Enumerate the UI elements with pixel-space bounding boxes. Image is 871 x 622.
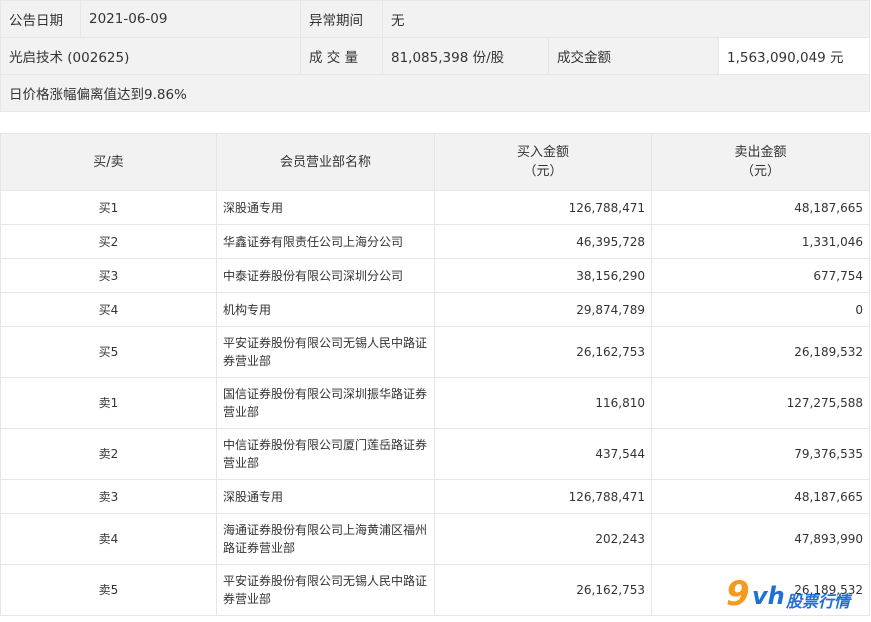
table-row: 买1 深股通专用 126,788,471 48,187,665 [0, 190, 870, 225]
table-row: 买2 华鑫证券有限责任公司上海分公司 46,395,728 1,331,046 [0, 224, 870, 259]
cell-side: 买4 [0, 292, 217, 327]
cell-sell-amount: 26,189,532 [651, 326, 870, 378]
cell-sell-amount: 127,275,588 [651, 377, 870, 429]
header-buy-amount-text: 买入金额 （元） [516, 145, 569, 179]
cell-sell-amount: 47,893,990 [651, 513, 870, 565]
table-row: 买3 中泰证券股份有限公司深圳分公司 38,156,290 677,754 [0, 258, 870, 293]
cell-buy-amount: 26,162,753 [434, 326, 652, 378]
cell-sell-amount: 26,189,532 [651, 564, 870, 616]
table-row: 卖1 国信证券股份有限公司深圳振华路证券营业部 116,810 127,275,588 [0, 377, 870, 429]
volume-value: 81,085,398 份/股 [382, 37, 549, 75]
table-row: 卖3 深股通专用 126,788,471 48,187,665 [0, 479, 870, 514]
cell-buy-amount: 26,162,753 [434, 564, 652, 616]
volume-label: 成 交 量 [300, 37, 383, 75]
cell-side: 买1 [0, 190, 217, 225]
cell-buy-amount: 116,810 [434, 377, 652, 429]
table-row: 买4 机构专用 29,874,789 0 [0, 292, 870, 327]
cell-side: 买3 [0, 258, 217, 293]
cell-dept: 中泰证券股份有限公司深圳分公司 [216, 258, 435, 293]
header-dept: 会员营业部名称 [216, 133, 435, 191]
cell-side: 卖1 [0, 377, 217, 429]
cell-dept: 华鑫证券有限责任公司上海分公司 [216, 224, 435, 259]
cell-buy-amount: 126,788,471 [434, 479, 652, 514]
cell-dept: 国信证券股份有限公司深圳振华路证券营业部 [216, 377, 435, 429]
table-row: 买5 平安证券股份有限公司无锡人民中路证券营业部 26,162,753 26,189,… [0, 326, 870, 378]
info-row-date: 公告日期 2021-06-09 异常期间 无 [0, 0, 871, 38]
cell-buy-amount: 202,243 [434, 513, 652, 565]
cell-sell-amount: 48,187,665 [651, 479, 870, 514]
abnormal-period-value: 无 [381, 0, 871, 38]
amount-value: 1,563,090,049 元 [717, 37, 871, 75]
cell-buy-amount: 126,788,471 [434, 190, 652, 225]
table-row: 卖4 海通证券股份有限公司上海黄浦区福州路证券营业部 202,243 47,893,9… [0, 513, 870, 565]
table-header-row: 买/卖 会员营业部名称 买入金额 （元） 卖出金额 （元） [0, 133, 870, 191]
info-row-trading: 光启技术 (002625) 成 交 量 81,085,398 份/股 成交金额 … [0, 37, 871, 75]
announce-date-value: 2021-06-09 [80, 0, 301, 38]
cell-side: 卖3 [0, 479, 217, 514]
cell-sell-amount: 79,376,535 [651, 428, 870, 480]
header-buy-amount: 买入金额 （元） [434, 133, 652, 191]
cell-buy-amount: 29,874,789 [434, 292, 652, 327]
cell-dept: 深股通专用 [216, 479, 435, 514]
announcement-info-table: 公告日期 2021-06-09 异常期间 无 光启技术 (002625) 成 交… [0, 0, 871, 112]
cell-buy-amount: 46,395,728 [434, 224, 652, 259]
cell-side: 卖4 [0, 513, 217, 565]
announce-date-label: 公告日期 [0, 0, 81, 38]
cell-dept: 平安证券股份有限公司无锡人民中路证券营业部 [216, 564, 435, 616]
cell-side: 卖5 [0, 564, 217, 616]
table-body: 买1 深股通专用 126,788,471 48,187,665 买2 华鑫证券有限责任公司… [0, 190, 870, 616]
stock-name-code: 光启技术 (002625) [0, 37, 301, 75]
table-row: 卖2 中信证券股份有限公司厦门莲岳路证券营业部 437,544 79,376,535 [0, 428, 870, 480]
cell-dept: 海通证券股份有限公司上海黄浦区福州路证券营业部 [216, 513, 435, 565]
cell-sell-amount: 677,754 [651, 258, 870, 293]
cell-dept: 中信证券股份有限公司厦门莲岳路证券营业部 [216, 428, 435, 480]
cell-dept: 平安证券股份有限公司无锡人民中路证券营业部 [216, 326, 435, 378]
cell-buy-amount: 38,156,290 [434, 258, 652, 293]
header-sell-amount-text: 卖出金额 （元） [734, 145, 787, 179]
cell-dept: 深股通专用 [216, 190, 435, 225]
table-row: 卖5 平安证券股份有限公司无锡人民中路证券营业部 26,162,753 26,189,… [0, 564, 870, 616]
reason-text: 日价格涨幅偏离值达到9.86% [0, 74, 871, 112]
header-sell-amount: 卖出金额 （元） [651, 133, 870, 191]
info-row-reason: 日价格涨幅偏离值达到9.86% [0, 74, 871, 112]
cell-side: 买2 [0, 224, 217, 259]
cell-side: 买5 [0, 326, 217, 378]
cell-dept: 机构专用 [216, 292, 435, 327]
header-side: 买/卖 [0, 133, 217, 191]
cell-sell-amount: 1,331,046 [651, 224, 870, 259]
cell-sell-amount: 0 [651, 292, 870, 327]
cell-sell-amount: 48,187,665 [651, 190, 870, 225]
amount-label: 成交金额 [548, 37, 719, 75]
abnormal-period-label: 异常期间 [300, 0, 383, 38]
trading-departments-table: 买/卖 会员营业部名称 买入金额 （元） 卖出金额 （元） 买1 深股通专用 126… [0, 133, 870, 616]
cell-buy-amount: 437,544 [434, 428, 652, 480]
cell-side: 卖2 [0, 428, 217, 480]
